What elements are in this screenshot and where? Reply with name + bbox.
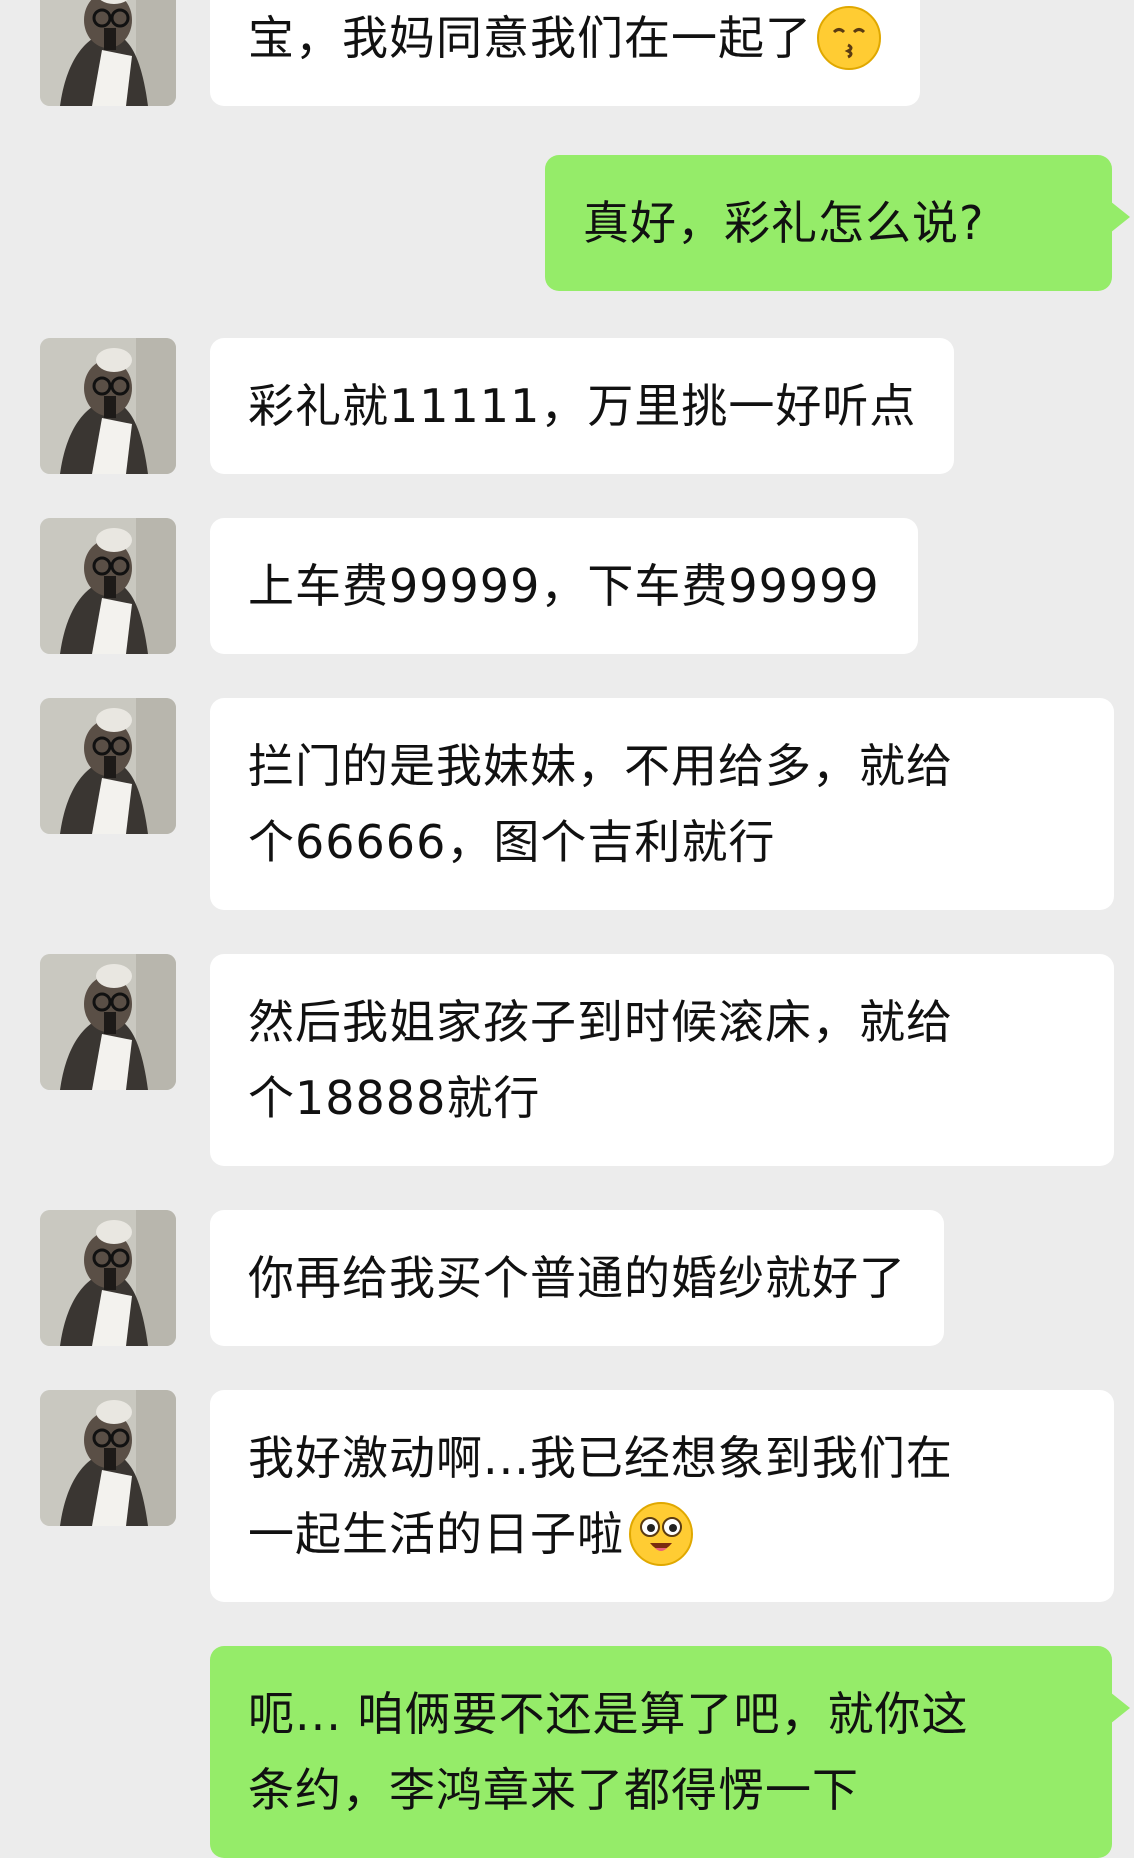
message-bubble-outgoing[interactable]: 呃... 咱俩要不还是算了吧，就你这 条约，李鸿章来了都得愣一下 [210,1646,1130,1858]
avatar-image [40,954,176,1090]
message-text: 你再给我买个普通的婚纱就好了 [248,1251,906,1305]
message-bubble-incoming[interactable]: 宝，我妈同意我们在一起了 [210,0,920,106]
message-bubble-incoming[interactable]: 我好激动啊...我已经想象到我们在 一起生活的日子啦 [210,1390,1114,1602]
message-bubble-incoming[interactable]: 彩礼就11111，万里挑一好听点 [210,338,955,474]
starstruck-face-icon [628,1501,694,1567]
message-bubble-incoming[interactable]: 然后我姐家孩子到时候滚床，就给 个18888就行 [210,954,1114,1166]
avatar[interactable] [40,0,176,106]
message-text: 彩礼就11111，万里挑一好听点 [248,379,917,433]
message-text-line: 然后我姐家孩子到时候滚床，就给 [248,995,953,1049]
avatar[interactable] [40,954,176,1090]
message-bubble-incoming[interactable]: 拦门的是我妹妹，不用给多，就给 个66666，图个吉利就行 [210,698,1114,910]
avatar-image [40,338,176,474]
avatar[interactable] [40,698,176,834]
avatar-image [40,698,176,834]
message-text: 上车费99999，下车费99999 [248,559,880,613]
message-text: 真好，彩礼怎么说? [583,196,985,250]
avatar[interactable] [40,1210,176,1346]
message-text: 宝，我妈同意我们在一起了 [248,11,812,65]
message-text-line: 一起生活的日子啦 [248,1507,624,1561]
message-text-line: 我好激动啊...我已经想象到我们在 [248,1431,953,1485]
avatar[interactable] [40,518,176,654]
message-text-line: 条约，李鸿章来了都得愣一下 [248,1763,859,1817]
avatar-image [40,1390,176,1526]
message-text-line: 个18888就行 [248,1071,541,1125]
avatar[interactable] [40,338,176,474]
kissing-face-icon [816,5,882,71]
avatar[interactable] [40,1390,176,1526]
message-text-line: 个66666，图个吉利就行 [248,815,776,869]
chat-window: 宝，我妈同意我们在一起了 真好，彩礼怎么说? 彩礼就11111，万里挑一好听点 [0,0,1134,1858]
avatar-image [40,1210,176,1346]
avatar-image [40,0,176,106]
message-text-line: 呃... 咱俩要不还是算了吧，就你这 [248,1687,969,1741]
message-bubble-incoming[interactable]: 你再给我买个普通的婚纱就好了 [210,1210,944,1346]
avatar-image [40,518,176,654]
message-bubble-outgoing[interactable]: 真好，彩礼怎么说? [545,155,1130,291]
message-bubble-incoming[interactable]: 上车费99999，下车费99999 [210,518,918,654]
message-text-line: 拦门的是我妹妹，不用给多，就给 [248,739,953,793]
